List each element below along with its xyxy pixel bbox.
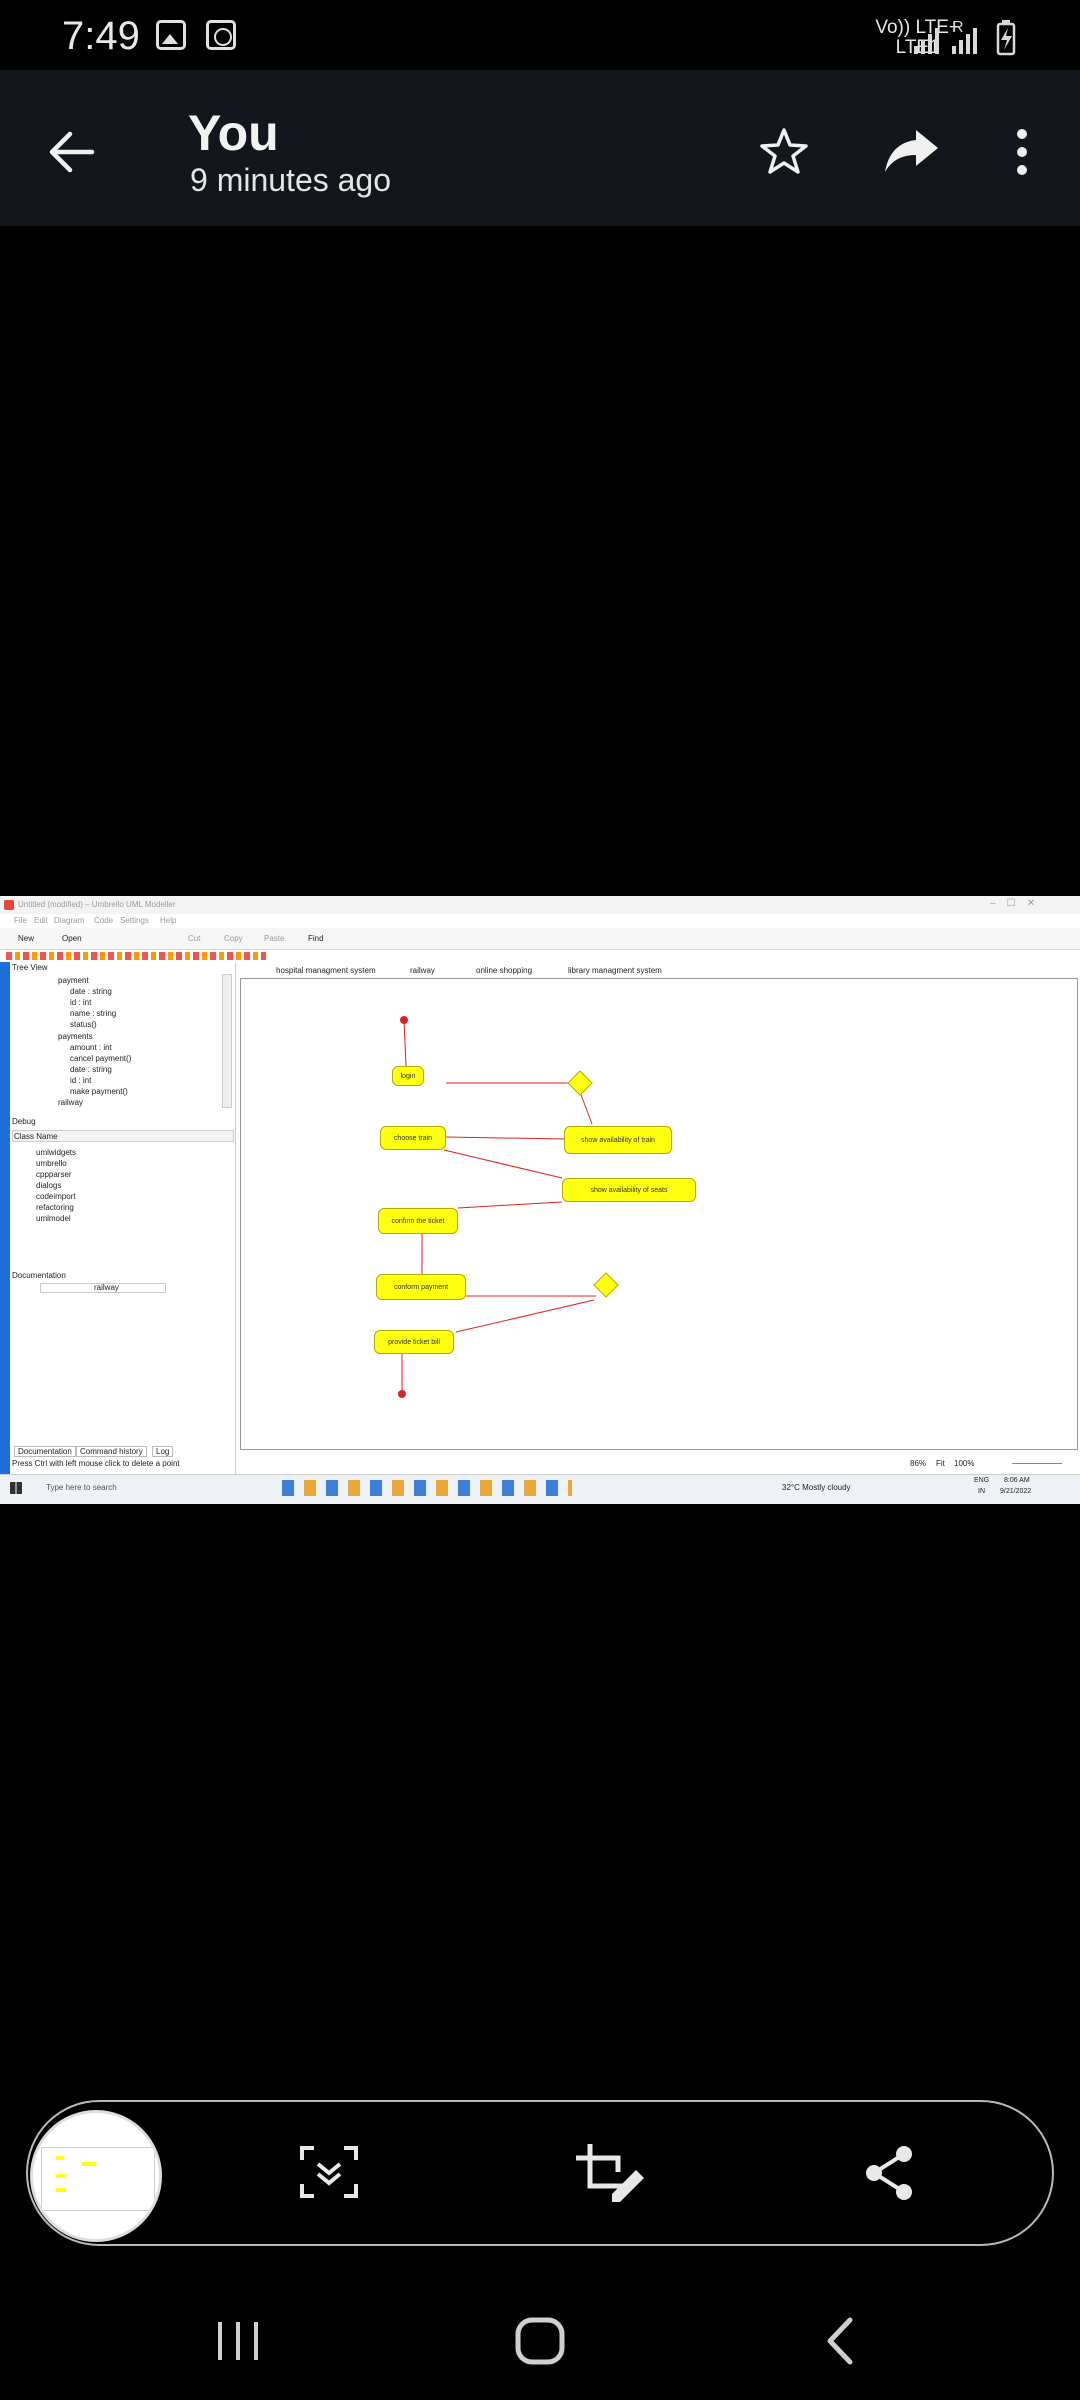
signal-battery-icons: R [914, 19, 1016, 56]
status-time: 7:49 [62, 14, 140, 58]
diagram-edges [398, 1016, 596, 1398]
recent-apps-icon[interactable] [214, 2318, 262, 2364]
share-icon[interactable] [862, 2144, 916, 2202]
taskbar-app-icons[interactable] [282, 1480, 572, 1496]
back-icon[interactable] [822, 2316, 856, 2366]
activity-confirm-ticket[interactable]: confirm the ticket [378, 1208, 458, 1234]
taskbar-search[interactable]: Type here to search [46, 1483, 117, 1492]
initial-node [400, 1016, 408, 1024]
activity-choose-train[interactable]: choose train [380, 1126, 446, 1150]
zoom-100[interactable]: 100% [954, 1459, 974, 1468]
status-text: Press Ctrl with left mouse click to dele… [12, 1459, 180, 1468]
windows-start-icon[interactable] [10, 1482, 22, 1494]
more-options-icon[interactable] [1012, 126, 1032, 178]
taskbar-weather: 32°C Mostly cloudy [782, 1483, 851, 1492]
activity-login[interactable]: login [392, 1066, 424, 1086]
smart-select-icon[interactable] [300, 2146, 358, 2198]
taskbar-time: 8:06 AM [1004, 1477, 1030, 1484]
page-subtitle: 9 minutes ago [190, 162, 392, 198]
zoom-percent: 86% [910, 1459, 927, 1468]
final-node [398, 1390, 406, 1398]
activity-show-train[interactable]: show availability of train [564, 1126, 672, 1154]
screen-recorder-icon [206, 20, 236, 50]
back-arrow-icon[interactable] [46, 128, 98, 176]
zoom-slider[interactable] [1012, 1463, 1062, 1464]
zoom-fit[interactable]: Fit [936, 1459, 945, 1468]
image-thumbnail[interactable] [30, 2110, 162, 2242]
page-title: You [188, 105, 279, 161]
taskbar-date: 9/21/2022 [1000, 1488, 1032, 1495]
taskbar-region: IN [978, 1488, 985, 1495]
taskbar-language: ENG [974, 1477, 990, 1484]
gallery-icon [156, 20, 186, 50]
screenshot-image[interactable]: Untitled (modified) – Umbrello UML Model… [0, 896, 1080, 1504]
sim-label: R [952, 19, 964, 36]
share-forward-icon[interactable] [882, 126, 940, 176]
activity-conform-payment[interactable]: conform payment [376, 1274, 466, 1300]
crop-edit-icon[interactable] [574, 2142, 646, 2202]
star-icon[interactable] [758, 126, 810, 178]
activity-show-seats[interactable]: show availability of seats [562, 1178, 696, 1202]
home-icon[interactable] [514, 2316, 566, 2366]
activity-provide-ticket-bill[interactable]: provide ticket bill [374, 1330, 454, 1354]
